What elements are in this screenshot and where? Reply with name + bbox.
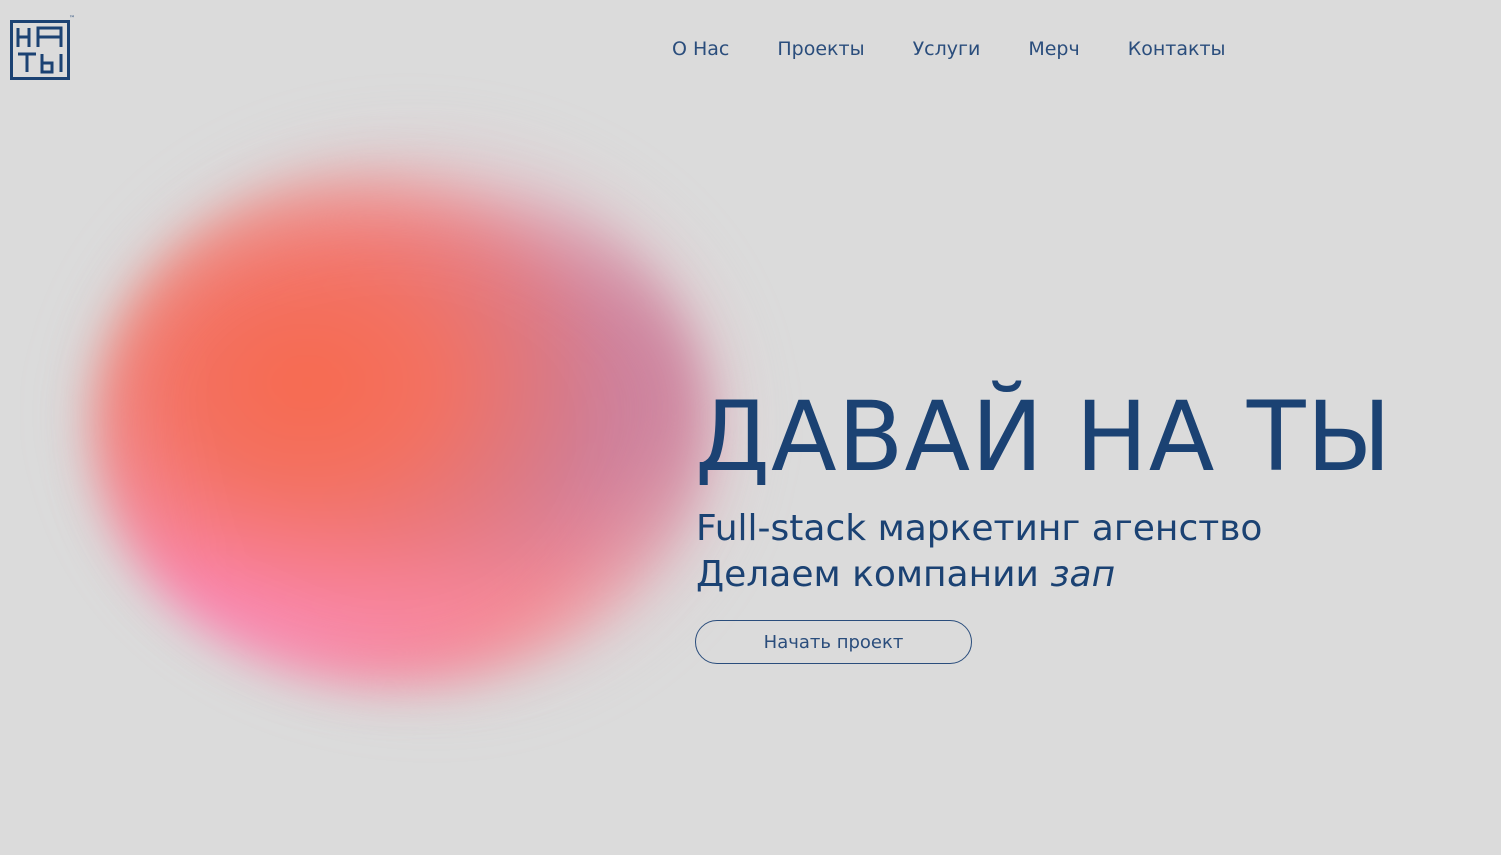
nav-item-projects[interactable]: Проекты: [777, 36, 864, 62]
logo-mark-icon[interactable]: [10, 20, 70, 80]
hero-subtitle-prefix: Делаем компании: [696, 554, 1039, 595]
hero-subtitle-animated-word: зап: [1050, 554, 1116, 595]
hero-subtitle-line1: Full-stack маркетинг агенство: [696, 508, 1263, 549]
hero-title: ДАВАЙ НА ТЫ: [695, 381, 1393, 493]
logo-mark-svg: [10, 20, 70, 80]
nav-item-contacts[interactable]: Контакты: [1128, 36, 1226, 62]
hero-gradient-blob: [40, 120, 760, 740]
blob-core: [90, 160, 710, 690]
main-navigation: О Нас Проекты Услуги Мерч Контакты: [672, 36, 1226, 62]
nav-item-about[interactable]: О Нас: [672, 36, 729, 62]
blob-halo: [60, 130, 740, 720]
nav-item-services[interactable]: Услуги: [913, 36, 981, 62]
trademark-mark: ™: [69, 15, 75, 22]
hero-subtitle-line2: Делаем компании зап: [696, 553, 1115, 597]
start-project-button[interactable]: Начать проект: [695, 620, 972, 664]
nav-item-merch[interactable]: Мерч: [1028, 36, 1079, 62]
